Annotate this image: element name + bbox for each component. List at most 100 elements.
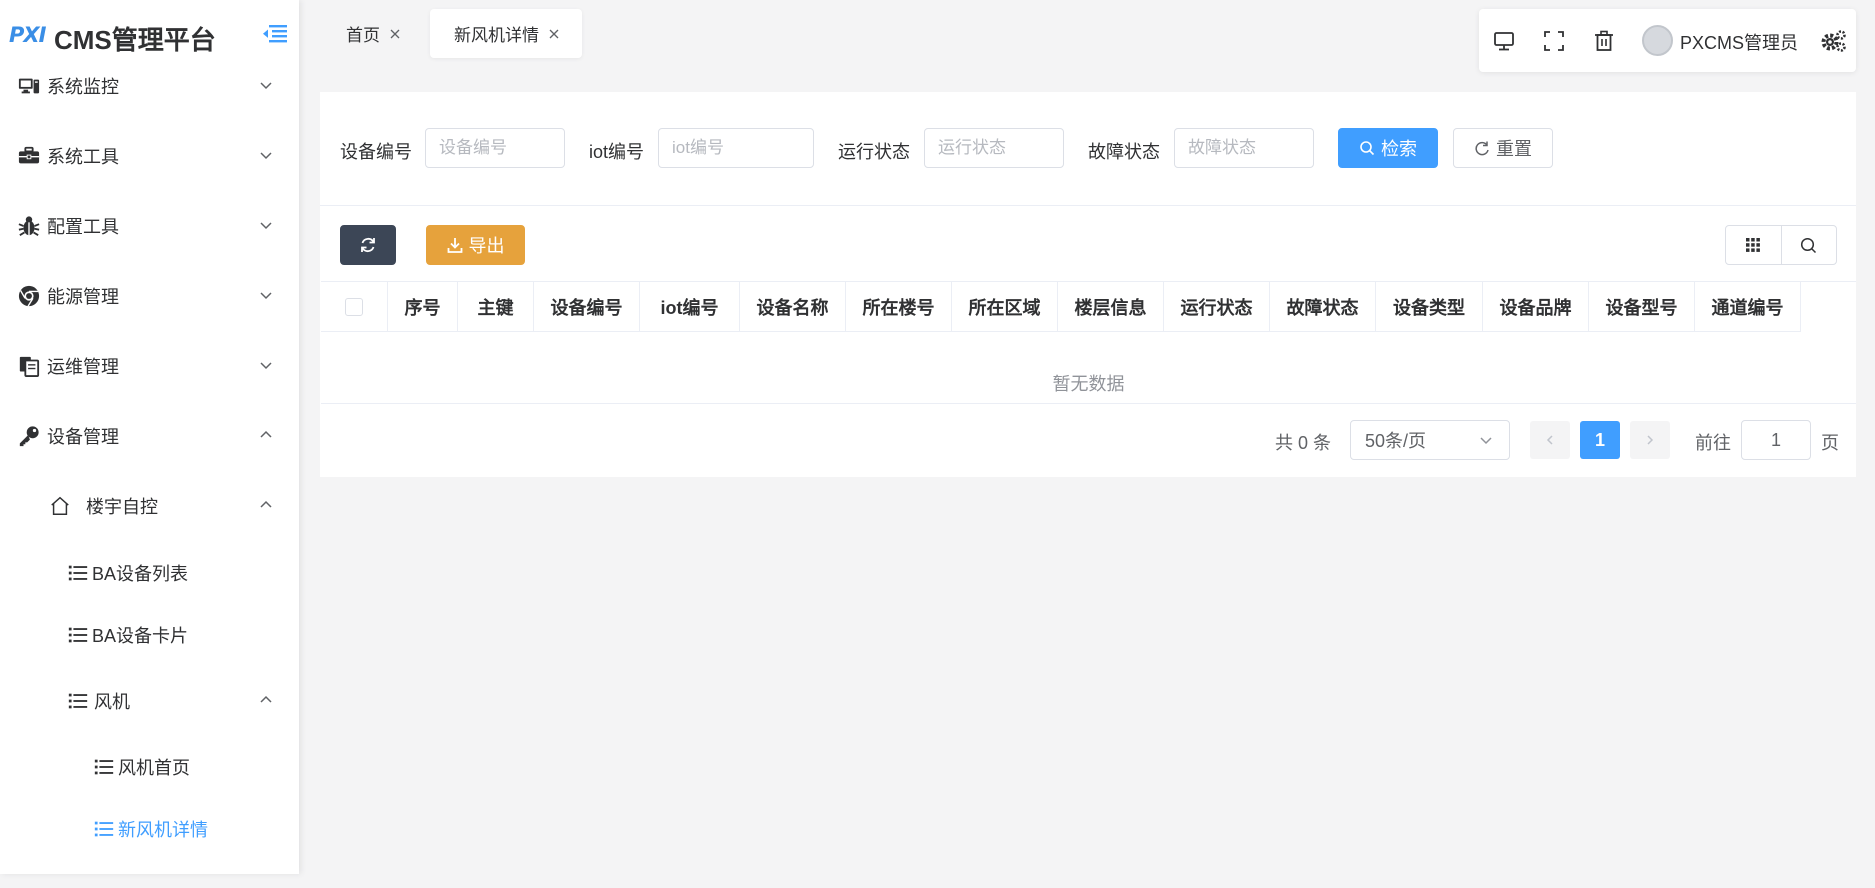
sidebar-item-ba-device-list[interactable]: BA设备列表 xyxy=(0,545,299,601)
prev-page-button[interactable] xyxy=(1530,421,1570,459)
column-header[interactable]: 所在楼号 xyxy=(846,282,952,332)
fault-status-input[interactable] xyxy=(1174,128,1314,168)
page-size-select[interactable]: 50条/页 xyxy=(1350,420,1510,460)
list-icon xyxy=(66,689,90,713)
download-icon xyxy=(447,238,462,253)
refresh-button[interactable] xyxy=(340,225,396,265)
goto-page-input[interactable] xyxy=(1741,420,1811,460)
chevron-down-icon xyxy=(1480,437,1492,445)
chevron-right-icon xyxy=(1647,435,1654,445)
bug-icon xyxy=(17,214,41,238)
sidebar-item-label: BA设备列表 xyxy=(92,564,189,584)
search-button-label: 检索 xyxy=(1381,139,1417,159)
main-panel: 设备编号 iot编号 运行状态 故障状态 检索 重置 导出 xyxy=(320,92,1856,477)
column-header[interactable]: 通道编号 xyxy=(1695,282,1801,332)
fullscreen-icon[interactable] xyxy=(1543,30,1565,52)
column-header[interactable]: 主键 xyxy=(458,282,534,332)
sidebar-item-label: 配置工具 xyxy=(47,217,119,237)
page-size-value: 50条/页 xyxy=(1365,431,1427,451)
settings-icon[interactable] xyxy=(1821,29,1847,53)
reset-button[interactable]: 重置 xyxy=(1453,128,1553,168)
iot-no-input[interactable] xyxy=(658,128,814,168)
column-header[interactable]: 设备品牌 xyxy=(1483,282,1589,332)
list-icon xyxy=(66,561,90,585)
sidebar-item-building-automation[interactable]: 楼宇自控 xyxy=(0,478,299,534)
search-icon xyxy=(1801,237,1817,253)
sidebar-item-config-tools[interactable]: 配置工具 xyxy=(0,198,299,254)
page-suffix-label: 页 xyxy=(1821,433,1839,453)
tab-label: 首页 xyxy=(346,26,380,45)
next-page-button[interactable] xyxy=(1630,421,1670,459)
run-status-label: 运行状态 xyxy=(838,142,910,162)
run-status-input[interactable] xyxy=(924,128,1064,168)
refresh-icon xyxy=(1475,141,1489,156)
sidebar-item-ba-device-card[interactable]: BA设备卡片 xyxy=(0,607,299,663)
column-header[interactable]: 序号 xyxy=(388,282,458,332)
list-icon xyxy=(92,755,116,779)
column-header[interactable]: 设备型号 xyxy=(1589,282,1695,332)
desktop-icon[interactable] xyxy=(1493,30,1515,52)
column-header[interactable]: 所在区域 xyxy=(952,282,1058,332)
refresh-icon xyxy=(361,237,375,253)
logo-icon: PXI xyxy=(9,23,46,47)
chevron-down-icon xyxy=(260,362,272,370)
search-icon xyxy=(1360,141,1375,156)
clipboard-icon xyxy=(17,354,41,378)
avatar[interactable] xyxy=(1642,25,1673,56)
select-all-checkbox[interactable] xyxy=(345,297,363,316)
page-button-current[interactable]: 1 xyxy=(1580,421,1620,459)
sidebar: PXI CMS管理平台 系统监控 系统工具 配置工具 能源管理 运维管理 设备管… xyxy=(0,0,299,874)
sidebar-item-label: 设备管理 xyxy=(47,427,119,447)
key-icon xyxy=(17,424,41,448)
column-header[interactable]: 设备编号 xyxy=(534,282,640,332)
sidebar-item-system-tools[interactable]: 系统工具 xyxy=(0,128,299,184)
search-button[interactable]: 检索 xyxy=(1338,128,1438,168)
sidebar-item-device-management[interactable]: 设备管理 xyxy=(0,408,299,464)
column-header[interactable]: 运行状态 xyxy=(1164,282,1270,332)
device-no-input[interactable] xyxy=(425,128,565,168)
sidebar-item-label: 风机 xyxy=(94,692,130,712)
chevron-up-icon xyxy=(260,430,272,438)
table-header: 序号 主键 设备编号 iot编号 设备名称 所在楼号 所在区域 楼层信息 运行状… xyxy=(321,282,1801,332)
sidebar-item-fan-home[interactable]: 风机首页 xyxy=(0,739,299,795)
column-toggle-button[interactable] xyxy=(1726,226,1781,264)
iot-no-label: iot编号 xyxy=(589,142,645,162)
column-header[interactable]: 设备名称 xyxy=(740,282,846,332)
sidebar-item-ops-management[interactable]: 运维管理 xyxy=(0,338,299,394)
sidebar-item-energy-management[interactable]: 能源管理 xyxy=(0,268,299,324)
toggle-search-button[interactable] xyxy=(1780,226,1837,264)
chevron-down-icon xyxy=(260,82,272,90)
home-icon xyxy=(48,494,72,518)
sidebar-item-system-monitor[interactable]: 系统监控 xyxy=(0,58,299,114)
export-button-label: 导出 xyxy=(468,236,505,256)
username[interactable]: PXCMS管理员 xyxy=(1680,29,1798,55)
column-header[interactable]: 楼层信息 xyxy=(1058,282,1164,332)
monitor-icon xyxy=(17,74,41,98)
select-all-cell xyxy=(321,282,388,332)
empty-state-text: 暂无数据 xyxy=(1052,374,1125,394)
sidebar-item-label: 能源管理 xyxy=(47,287,119,307)
fault-status-label: 故障状态 xyxy=(1088,142,1160,162)
sidebar-item-label: BA设备卡片 xyxy=(92,626,189,646)
tab-fresh-air-fan-detail[interactable]: 新风机详情 xyxy=(430,9,582,58)
reset-button-label: 重置 xyxy=(1496,139,1532,159)
close-icon[interactable] xyxy=(389,28,401,40)
sidebar-item-label: 系统工具 xyxy=(47,147,119,167)
menu-collapse-icon[interactable] xyxy=(263,24,287,44)
column-header[interactable]: iot编号 xyxy=(640,282,740,332)
column-header[interactable]: 故障状态 xyxy=(1270,282,1376,332)
sidebar-item-fan[interactable]: 风机 xyxy=(0,673,299,729)
sidebar-item-fresh-air-fan-detail[interactable]: 新风机详情 xyxy=(0,801,299,857)
sidebar-item-label: 系统监控 xyxy=(47,77,119,97)
tab-home[interactable]: 首页 xyxy=(322,9,423,58)
pagination-total: 共 0 条 xyxy=(1275,433,1332,453)
view-toggle xyxy=(1725,225,1837,265)
chevron-up-icon xyxy=(260,695,272,703)
app-title: CMS管理平台 xyxy=(54,25,216,55)
close-icon[interactable] xyxy=(548,28,560,40)
goto-label: 前往 xyxy=(1695,433,1731,453)
export-button[interactable]: 导出 xyxy=(426,225,525,265)
tab-label: 新风机详情 xyxy=(454,26,539,45)
trash-icon[interactable] xyxy=(1593,30,1615,52)
column-header[interactable]: 设备类型 xyxy=(1376,282,1483,332)
